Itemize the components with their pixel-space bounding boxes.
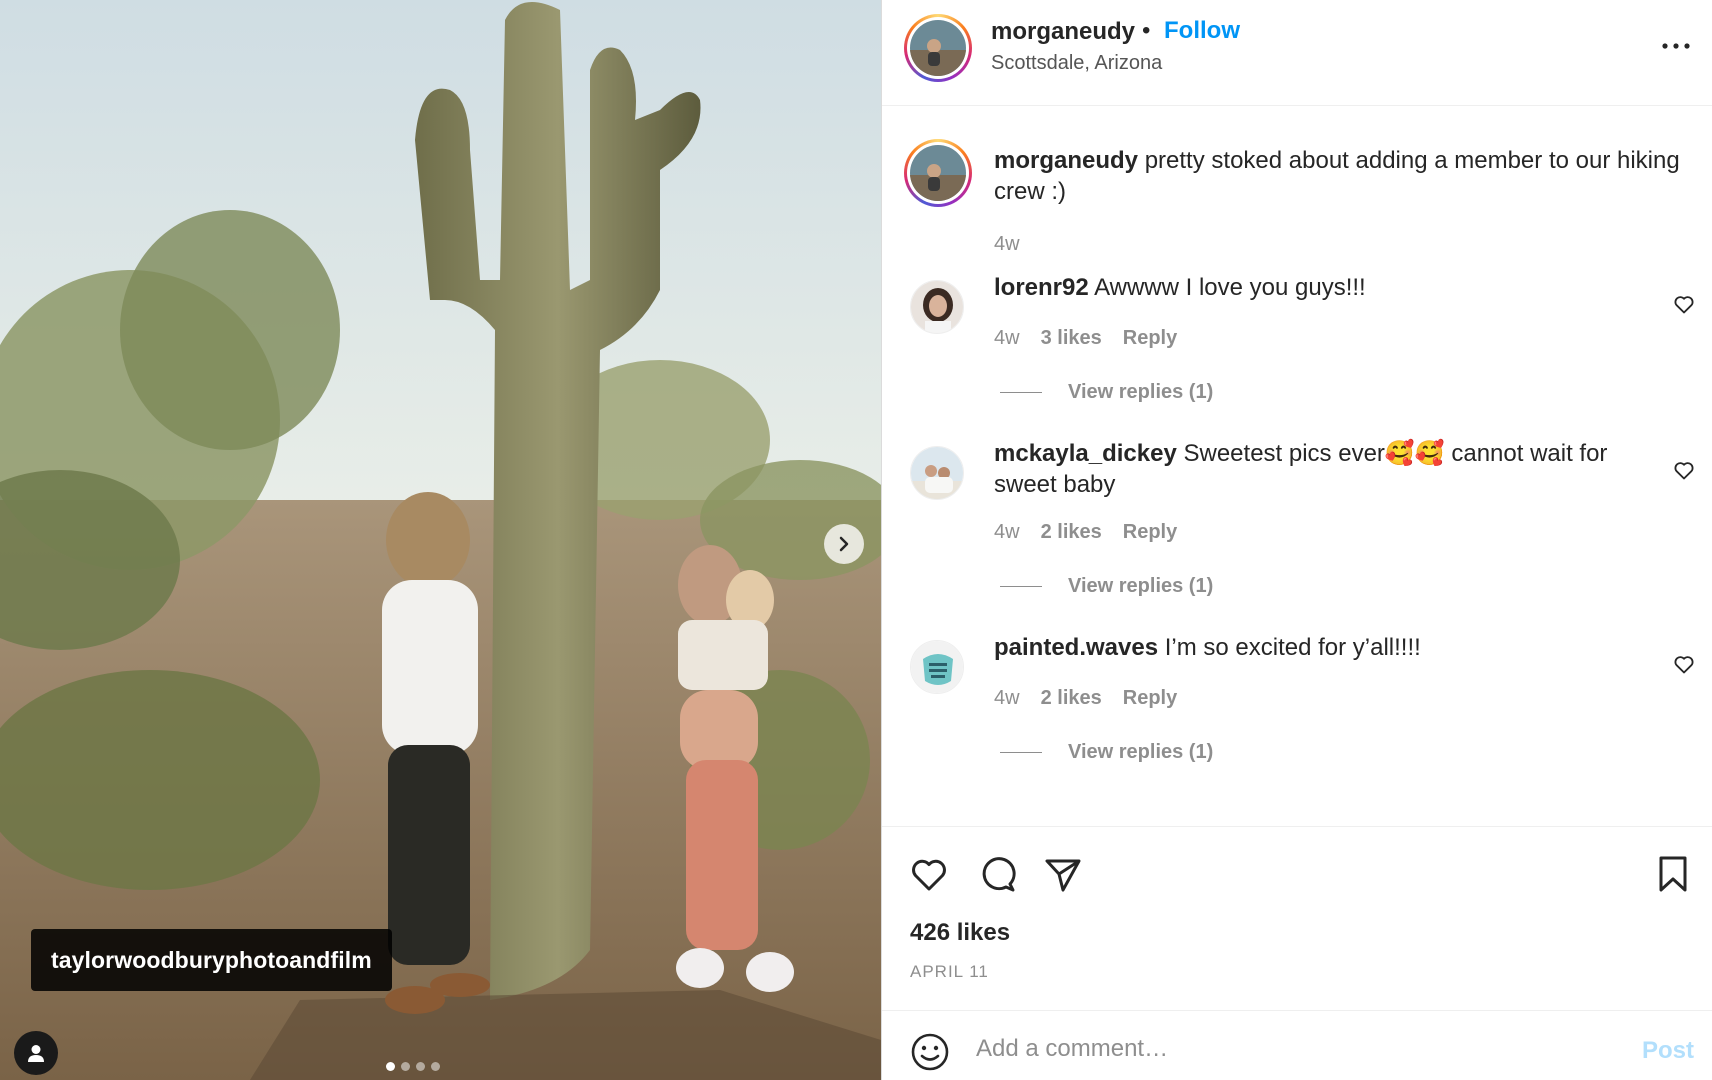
comment-likes[interactable]: 2 likes	[1041, 687, 1102, 710]
comment-text: lorenr92 Awwww I love you guys!!!	[994, 272, 1634, 303]
reply-button[interactable]: Reply	[1123, 521, 1177, 544]
emoji-icon[interactable]	[910, 1032, 950, 1072]
follow-button[interactable]: Follow	[1164, 17, 1240, 45]
replies-line	[1000, 586, 1042, 587]
author-avatar[interactable]	[904, 14, 972, 82]
comment-body: Awwww I love you guys!!!	[1094, 274, 1366, 301]
comments-list[interactable]: morganeudy pretty stoked about adding a …	[882, 107, 1712, 825]
separator-dot: •	[1142, 17, 1151, 44]
view-replies-label: View replies (1)	[1068, 741, 1214, 763]
carousel-dot	[416, 1062, 425, 1071]
chevron-right-icon	[839, 536, 849, 552]
add-comment-bar: Post	[882, 1010, 1712, 1080]
user-tag-icon	[28, 1045, 44, 1062]
view-replies-button[interactable]: View replies (1)	[1000, 741, 1213, 764]
commenter-avatar[interactable]	[910, 280, 964, 334]
caption-timestamp[interactable]: 4w	[994, 233, 1020, 256]
heart-icon[interactable]	[908, 853, 950, 895]
carousel-dot	[386, 1062, 395, 1071]
post-photo[interactable]: taylorwoodburyphotoandfilm	[0, 0, 881, 1080]
commenter-username[interactable]: lorenr92	[994, 274, 1089, 301]
avatar-image	[911, 447, 963, 499]
avatar-image	[911, 641, 963, 693]
post-actions: 426 likes APRIL 11	[882, 826, 1712, 1010]
comment-text: painted.waves I’m so excited for y’all!!…	[994, 632, 1634, 663]
avatar-image	[911, 281, 963, 333]
comment-heart-icon[interactable]	[1672, 458, 1696, 482]
post-header: morganeudy • Follow Scottsdale, Arizona	[882, 0, 1712, 106]
caption-username[interactable]: morganeudy	[994, 147, 1138, 174]
commenter-avatar[interactable]	[910, 640, 964, 694]
carousel-dot	[431, 1062, 440, 1071]
share-icon[interactable]	[1042, 853, 1084, 895]
reply-button[interactable]: Reply	[1123, 327, 1177, 350]
commenter-username[interactable]: painted.waves	[994, 634, 1158, 661]
show-tags-button[interactable]	[14, 1031, 58, 1075]
more-icon	[1662, 43, 1690, 49]
commenter-avatar[interactable]	[910, 446, 964, 500]
post-location[interactable]: Scottsdale, Arizona	[991, 52, 1162, 75]
avatar-image	[910, 20, 966, 76]
comment-text: mckayla_dickey Sweetest pics ever🥰🥰 cann…	[994, 438, 1634, 500]
likes-count[interactable]: 426 likes	[910, 919, 1010, 947]
bookmark-icon[interactable]	[1652, 853, 1694, 895]
view-replies-button[interactable]: View replies (1)	[1000, 381, 1213, 404]
desert-photo-scene	[0, 0, 881, 1080]
post-comment-button[interactable]: Post	[1642, 1037, 1694, 1065]
view-replies-label: View replies (1)	[1068, 575, 1214, 597]
comment-likes[interactable]: 3 likes	[1041, 327, 1102, 350]
replies-line	[1000, 392, 1042, 393]
caption-text: morganeudy pretty stoked about adding a …	[994, 145, 1694, 207]
photo-user-tag[interactable]: taylorwoodburyphotoandfilm	[31, 929, 392, 991]
caption-avatar[interactable]	[904, 139, 972, 207]
replies-line	[1000, 752, 1042, 753]
view-replies-label: View replies (1)	[1068, 381, 1214, 403]
avatar-image	[910, 145, 966, 201]
next-photo-button[interactable]	[824, 524, 864, 564]
commenter-username[interactable]: mckayla_dickey	[994, 440, 1177, 467]
carousel-indicator	[386, 1062, 440, 1071]
comment-meta: 4w 2 likes Reply	[994, 521, 1177, 544]
comment-likes[interactable]: 2 likes	[1041, 521, 1102, 544]
more-options-button[interactable]	[1660, 30, 1692, 62]
comment-icon[interactable]	[976, 853, 1018, 895]
view-replies-button[interactable]: View replies (1)	[1000, 575, 1213, 598]
comment-heart-icon[interactable]	[1672, 652, 1696, 676]
post-date[interactable]: APRIL 11	[910, 962, 989, 982]
author-username[interactable]: morganeudy	[991, 18, 1135, 46]
comment-time[interactable]: 4w	[994, 521, 1020, 544]
comment-body: I’m so excited for y’all!!!!	[1164, 634, 1421, 661]
comment-heart-icon[interactable]	[1672, 292, 1696, 316]
comment-time[interactable]: 4w	[994, 687, 1020, 710]
comment-input[interactable]	[976, 1029, 1576, 1069]
comment-meta: 4w 2 likes Reply	[994, 687, 1177, 710]
comment-meta: 4w 3 likes Reply	[994, 327, 1177, 350]
reply-button[interactable]: Reply	[1123, 687, 1177, 710]
comment-time[interactable]: 4w	[994, 327, 1020, 350]
post-side-panel: morganeudy • Follow Scottsdale, Arizona	[882, 0, 1712, 1080]
carousel-dot	[401, 1062, 410, 1071]
